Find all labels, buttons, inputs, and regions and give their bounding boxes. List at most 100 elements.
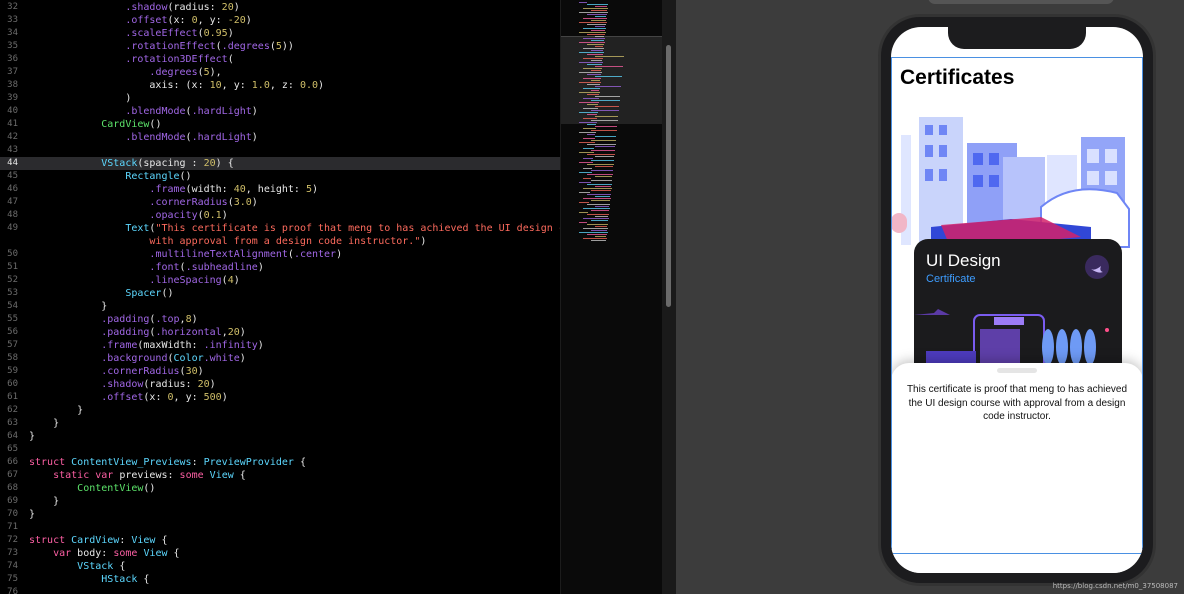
minimap-line bbox=[579, 52, 604, 53]
code-line[interactable]: 47 .cornerRadius(3.0) bbox=[0, 196, 560, 209]
code-line[interactable]: 40 .blendMode(.hardLight) bbox=[0, 105, 560, 118]
minimap-line bbox=[583, 218, 609, 219]
code-line[interactable]: 61 .offset(x: 0, y: 500) bbox=[0, 391, 560, 404]
code-line[interactable]: 51 .font(.subheadline) bbox=[0, 261, 560, 274]
minimap-line bbox=[591, 20, 606, 21]
code-line[interactable]: 74 VStack { bbox=[0, 560, 560, 573]
code-line[interactable]: 60 .shadow(radius: 20) bbox=[0, 378, 560, 391]
device-frame: Certificates UI Design Certificate This … bbox=[878, 14, 1156, 586]
code-text: static var previews: some View { bbox=[53, 470, 246, 481]
minimap-line bbox=[587, 234, 607, 235]
minimap-line bbox=[595, 206, 609, 207]
code-line[interactable]: with approval from a design code instruc… bbox=[0, 235, 560, 248]
line-number: 46 bbox=[7, 184, 18, 194]
minimap-line bbox=[579, 232, 608, 233]
code-line[interactable]: 38 axis: (x: 10, y: 1.0, z: 0.0) bbox=[0, 79, 560, 92]
code-editor[interactable]: 32 .shadow(radius: 20) 33 .offset(x: 0, y… bbox=[0, 0, 560, 594]
code-line[interactable]: 57 .frame(maxWidth: .infinity) bbox=[0, 339, 560, 352]
code-line[interactable]: 42 .blendMode(.hardLight) bbox=[0, 131, 560, 144]
line-number: 65 bbox=[7, 444, 18, 454]
code-line[interactable]: 36 .rotation3DEffect( bbox=[0, 53, 560, 66]
code-text: } bbox=[29, 431, 36, 442]
minimap-line bbox=[583, 98, 599, 99]
code-line[interactable]: 49 Text("This certificate is proof that … bbox=[0, 222, 560, 235]
sheet-handle[interactable] bbox=[997, 368, 1037, 373]
code-line[interactable]: 43 bbox=[0, 144, 560, 157]
code-line[interactable]: 67 static var previews: some View { bbox=[0, 469, 560, 482]
code-line[interactable]: 64} bbox=[0, 430, 560, 443]
code-line[interactable]: 35 .rotationEffect(.degrees(5)) bbox=[0, 40, 560, 53]
minimap-line bbox=[591, 40, 604, 41]
minimap-line bbox=[579, 12, 608, 13]
code-line[interactable]: 58 .background(Color.white) bbox=[0, 352, 560, 365]
minimap-line bbox=[583, 238, 607, 239]
minimap-line bbox=[591, 30, 605, 31]
code-line[interactable]: 62 } bbox=[0, 404, 560, 417]
line-number: 62 bbox=[7, 405, 18, 415]
minimap-line bbox=[583, 58, 603, 59]
minimap-line bbox=[595, 176, 612, 177]
minimap-line bbox=[595, 76, 622, 77]
code-text: .rotationEffect(.degrees(5)) bbox=[125, 41, 294, 52]
minimap-line bbox=[595, 96, 620, 97]
line-number: 41 bbox=[7, 119, 18, 129]
minimap-line bbox=[583, 108, 598, 109]
editor-scrollbar-thumb[interactable] bbox=[666, 45, 671, 307]
code-line[interactable]: 45 Rectangle() bbox=[0, 170, 560, 183]
line-number: 76 bbox=[7, 587, 18, 594]
code-line[interactable]: 72 struct CardView: View { bbox=[0, 534, 560, 547]
minimap-line bbox=[591, 200, 610, 201]
code-line[interactable]: 54 } bbox=[0, 300, 560, 313]
code-line[interactable]: 73 var body: some View { bbox=[0, 547, 560, 560]
minimap-line bbox=[595, 236, 606, 237]
device-notch bbox=[948, 27, 1086, 49]
code-text: } bbox=[29, 405, 84, 416]
code-line[interactable]: 55 .padding(.top,8) bbox=[0, 313, 560, 326]
code-line[interactable]: 59 .cornerRadius(30) bbox=[0, 365, 560, 378]
code-line[interactable]: 39 ) bbox=[0, 92, 560, 105]
code-line[interactable]: 53 Spacer() bbox=[0, 287, 560, 300]
code-line[interactable]: 44 VStack(spacing : 20) { bbox=[0, 157, 560, 170]
code-line[interactable]: 33 .offset(x: 0, y: -20) bbox=[0, 14, 560, 27]
minimap-line bbox=[595, 86, 621, 87]
minimap-line bbox=[591, 130, 617, 131]
line-number: 60 bbox=[7, 379, 18, 389]
card-title: UI Design bbox=[926, 251, 1001, 270]
code-line[interactable]: 41 CardView() bbox=[0, 118, 560, 131]
code-line[interactable]: 76 bbox=[0, 586, 560, 594]
code-line[interactable]: 46 .frame(width: 40, height: 5) bbox=[0, 183, 560, 196]
minimap-line bbox=[591, 190, 611, 191]
code-line[interactable]: 68 ContentView() bbox=[0, 482, 560, 495]
minimap-line bbox=[595, 156, 614, 157]
code-line[interactable]: 56 .padding(.horizontal,20) bbox=[0, 326, 560, 339]
line-number: 32 bbox=[7, 2, 18, 12]
minimap-line bbox=[591, 170, 613, 171]
code-line[interactable]: 37 .degrees(5), bbox=[0, 66, 560, 79]
code-line[interactable]: 63 } bbox=[0, 417, 560, 430]
code-line[interactable]: 66 struct ContentView_Previews: PreviewPr… bbox=[0, 456, 560, 469]
line-number: 73 bbox=[7, 548, 18, 558]
minimap-line bbox=[579, 152, 594, 153]
code-line[interactable]: 50 .multilineTextAlignment(.center) bbox=[0, 248, 560, 261]
code-line[interactable]: 34 .scaleEffect(0.95) bbox=[0, 27, 560, 40]
code-line[interactable]: 71 bbox=[0, 521, 560, 534]
minimap-line bbox=[583, 178, 591, 179]
code-text: .offset(x: 0, y: -20) bbox=[125, 15, 252, 26]
bottom-sheet[interactable]: This certificate is proof that meng to h… bbox=[891, 363, 1143, 573]
line-number: 58 bbox=[7, 353, 18, 363]
minimap[interactable] bbox=[560, 0, 662, 594]
minimap-line bbox=[583, 128, 596, 129]
code-text: .shadow(radius: 20) bbox=[125, 2, 240, 13]
minimap-line bbox=[591, 10, 607, 11]
minimap-line bbox=[579, 72, 602, 73]
code-line[interactable]: 48 .opacity(0.1) bbox=[0, 209, 560, 222]
minimap-line bbox=[579, 192, 590, 193]
minimap-line bbox=[595, 186, 611, 187]
code-line[interactable]: 75 HStack { bbox=[0, 573, 560, 586]
minimap-line bbox=[591, 230, 607, 231]
code-line[interactable]: 69 } bbox=[0, 495, 560, 508]
code-line[interactable]: 32 .shadow(radius: 20) bbox=[0, 1, 560, 14]
code-line[interactable]: 70} bbox=[0, 508, 560, 521]
code-line[interactable]: 52 .lineSpacing(4) bbox=[0, 274, 560, 287]
code-line[interactable]: 65 bbox=[0, 443, 560, 456]
